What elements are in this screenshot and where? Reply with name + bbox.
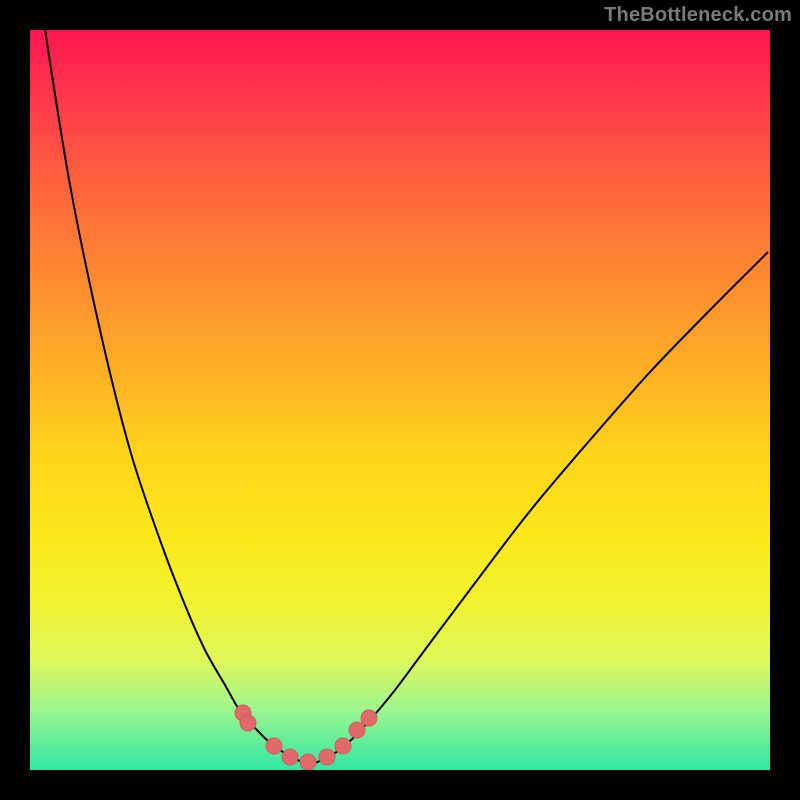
valley-marker [300,754,316,770]
valley-markers-group [235,705,377,770]
plot-area [30,30,770,770]
chart-svg [30,30,770,770]
bottleneck-curve-right [315,252,768,763]
valley-marker [319,749,335,765]
valley-marker [282,749,298,765]
bottleneck-curve-left [45,30,315,763]
valley-marker [235,705,251,721]
watermark-text: TheBottleneck.com [604,4,792,27]
chart-frame: TheBottleneck.com [0,0,800,800]
valley-marker [240,715,256,731]
valley-marker [335,738,351,754]
valley-marker [349,722,365,738]
valley-marker [361,710,377,726]
valley-marker [266,738,282,754]
